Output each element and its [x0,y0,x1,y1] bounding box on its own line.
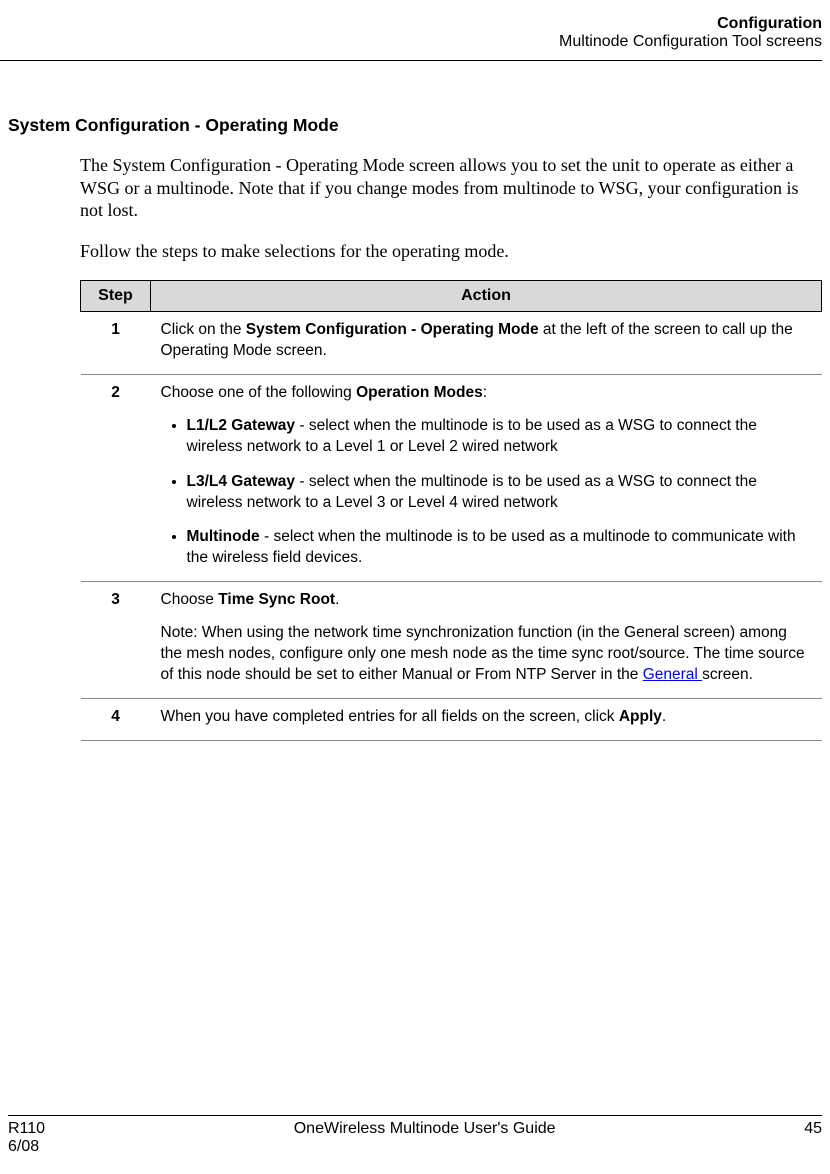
section-heading: System Configuration - Operating Mode [8,115,822,136]
step-action: Choose Time Sync Root. Note: When using … [151,582,822,699]
table-row: 4 When you have completed entries for al… [81,698,822,740]
table-row: 2 Choose one of the following Operation … [81,374,822,581]
table-row: 3 Choose Time Sync Root. Note: When usin… [81,582,822,699]
footer-right: 45 [804,1120,822,1138]
step-action: When you have completed entries for all … [151,698,822,740]
main-content: System Configuration - Operating Mode Th… [8,115,822,741]
page-footer: R110 6/08 OneWireless Multinode User's G… [8,1115,822,1156]
header-rule [0,60,822,61]
table-header-step: Step [81,281,151,312]
step-action: Choose one of the following Operation Mo… [151,374,822,581]
bullet-list: L1/L2 Gateway - select when the multinod… [161,416,812,570]
page-header: Configuration Multinode Configuration To… [0,15,830,51]
steps-table: Step Action 1 Click on the System Config… [80,280,822,741]
list-item: L1/L2 Gateway - select when the multinod… [187,416,812,458]
step-number: 2 [81,374,151,581]
intro-paragraph: The System Configuration - Operating Mod… [80,154,822,222]
step-action: Click on the System Configuration - Oper… [151,312,822,375]
list-item: Multinode - select when the multinode is… [187,527,812,569]
table-header-action: Action [151,281,822,312]
footer-center: OneWireless Multinode User's Guide [294,1120,556,1138]
list-item: L3/L4 Gateway - select when the multinod… [187,472,812,514]
step-number: 1 [81,312,151,375]
footer-rule [8,1115,822,1116]
header-title: Configuration [0,15,822,33]
header-subtitle: Multinode Configuration Tool screens [0,33,822,51]
follow-paragraph: Follow the steps to make selections for … [80,240,822,263]
general-link[interactable]: General [643,666,702,683]
footer-left: R110 6/08 [8,1120,45,1156]
step-number: 3 [81,582,151,699]
step-number: 4 [81,698,151,740]
table-row: 1 Click on the System Configuration - Op… [81,312,822,375]
